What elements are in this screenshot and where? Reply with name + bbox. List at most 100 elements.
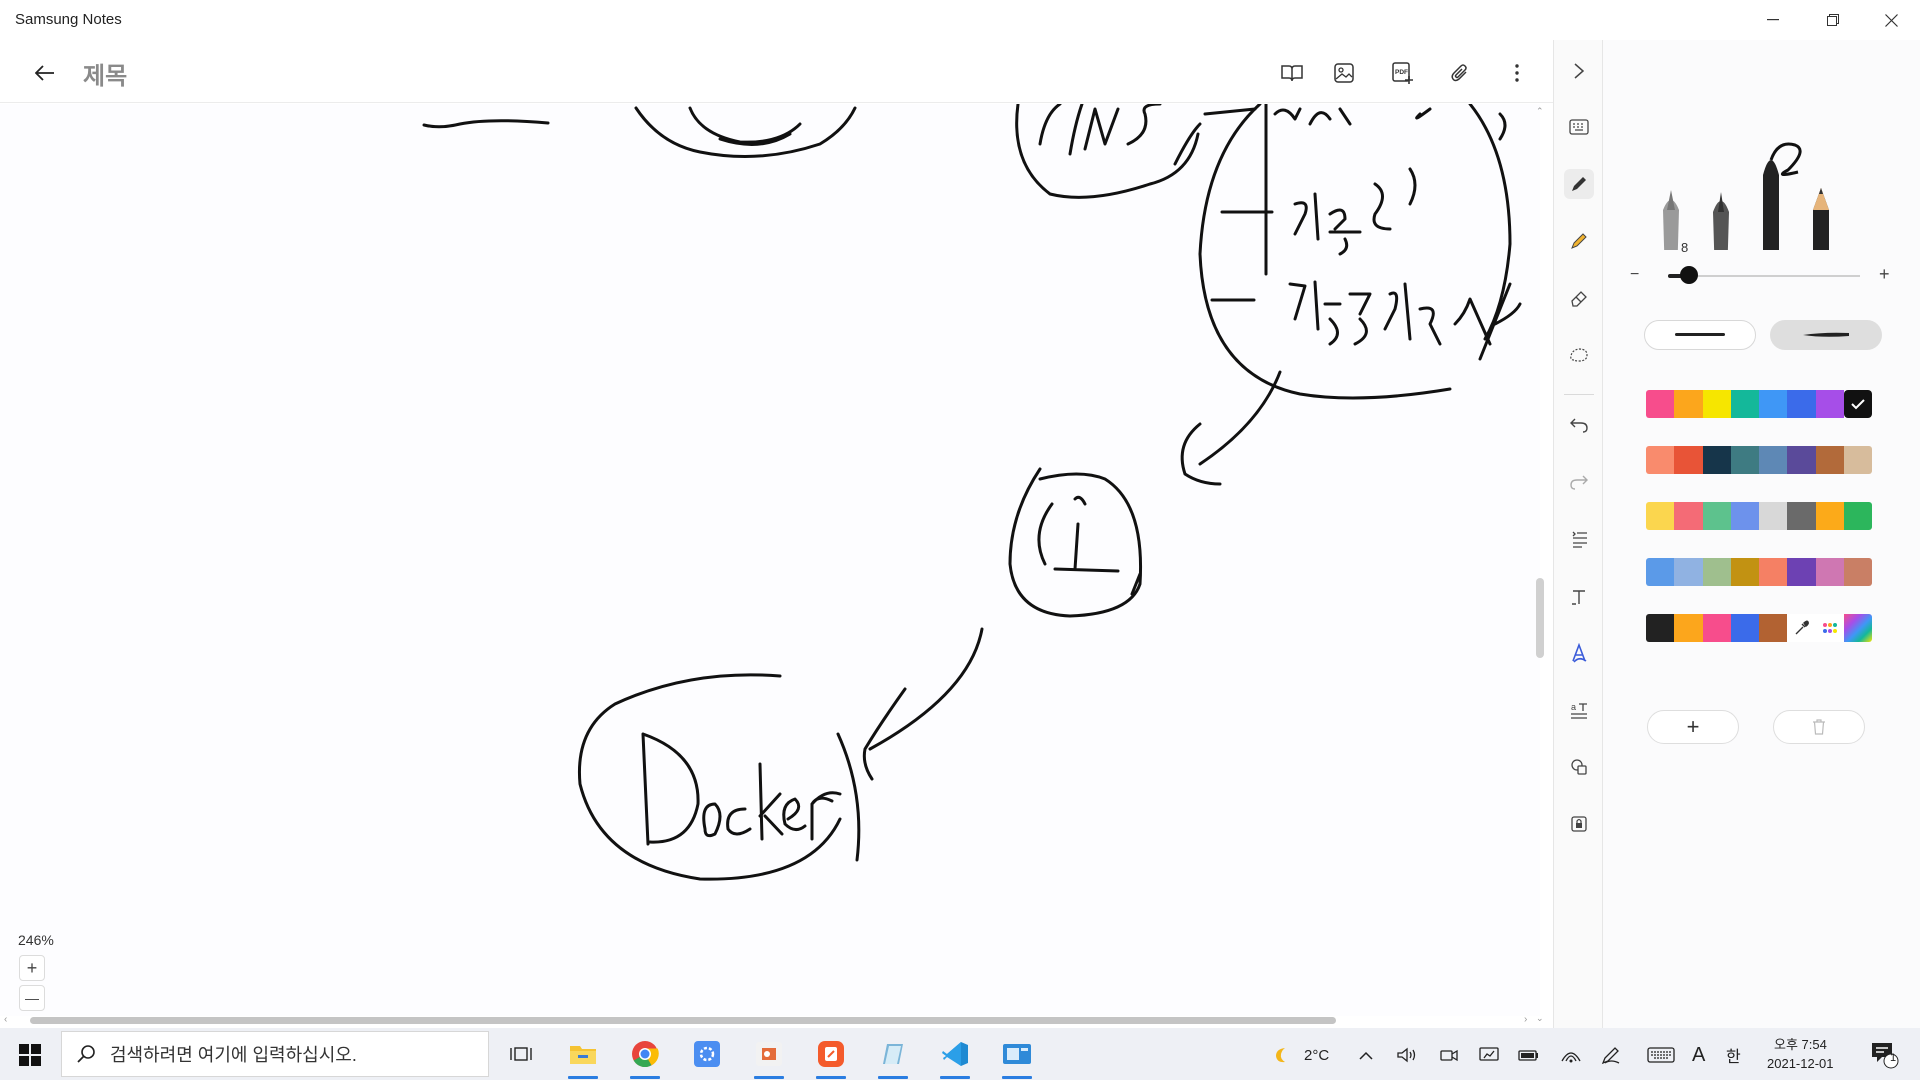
pen-workspace-icon[interactable] — [1598, 1043, 1624, 1067]
color-swatch[interactable] — [1646, 558, 1675, 586]
line-spacing-tool[interactable] — [1564, 524, 1594, 554]
size-increase-button[interactable]: + — [1879, 264, 1890, 285]
undo-button[interactable] — [1564, 410, 1594, 440]
weather-icon[interactable] — [1268, 1043, 1294, 1067]
lasso-tool[interactable] — [1564, 340, 1594, 370]
eraser-tool[interactable] — [1564, 283, 1594, 313]
vscode-app[interactable] — [934, 1035, 976, 1079]
delete-color-button[interactable] — [1773, 710, 1865, 744]
convert-text-tool[interactable]: a — [1564, 695, 1594, 725]
color-swatch[interactable] — [1646, 614, 1675, 642]
pen-app[interactable] — [810, 1035, 852, 1079]
color-swatch[interactable] — [1843, 558, 1872, 586]
chrome-app[interactable] — [624, 1035, 666, 1079]
screen-app[interactable] — [996, 1035, 1038, 1079]
input-language-korean[interactable]: 한 — [1726, 1043, 1741, 1067]
color-swatch[interactable] — [1815, 446, 1844, 474]
color-swatch[interactable] — [1730, 502, 1759, 530]
color-swatch[interactable] — [1674, 558, 1703, 586]
color-swatch[interactable] — [1815, 502, 1844, 530]
color-swatch[interactable] — [1702, 558, 1731, 586]
show-hidden-icons-button[interactable] — [1356, 1043, 1376, 1067]
color-swatch[interactable] — [1730, 446, 1759, 474]
color-swatch[interactable] — [1759, 446, 1788, 474]
color-swatch[interactable] — [1646, 502, 1675, 530]
note-title[interactable]: 제목 — [83, 56, 127, 91]
color-swatch[interactable] — [1702, 502, 1731, 530]
redo-button[interactable] — [1564, 467, 1594, 497]
file-explorer-app[interactable] — [562, 1035, 604, 1079]
color-swatch[interactable] — [1759, 558, 1788, 586]
minimize-button[interactable] — [1744, 0, 1802, 40]
color-swatch[interactable] — [1674, 614, 1703, 642]
eyedropper-button[interactable] — [1787, 614, 1816, 642]
meet-icon[interactable] — [1438, 1043, 1460, 1067]
color-swatch[interactable] — [1702, 446, 1731, 474]
note-canvas[interactable] — [0, 104, 1540, 1016]
scroll-up-icon[interactable]: ⌃ — [1536, 106, 1544, 117]
zoom-in-button[interactable]: + — [19, 955, 45, 981]
color-swatch[interactable] — [1730, 614, 1759, 642]
color-swatch-selected[interactable] — [1843, 390, 1872, 418]
scroll-left-icon[interactable]: ‹ — [4, 1014, 7, 1025]
clock-date[interactable]: 2021-12-01 — [1767, 1056, 1834, 1071]
line-style-uniform[interactable] — [1644, 320, 1756, 350]
more-colors-button[interactable] — [1815, 614, 1844, 642]
vertical-scroll-thumb[interactable] — [1536, 578, 1544, 658]
color-swatch[interactable] — [1674, 390, 1703, 418]
zoom-out-button[interactable]: — — [19, 985, 45, 1011]
volume-icon[interactable] — [1396, 1043, 1418, 1067]
color-swatch[interactable] — [1646, 446, 1675, 474]
color-swatch[interactable] — [1787, 502, 1816, 530]
color-swatch[interactable] — [1843, 446, 1872, 474]
pen-size-slider-knob[interactable] — [1680, 266, 1698, 284]
more-options-button[interactable] — [1503, 59, 1531, 87]
notification-center-button[interactable]: 1 — [1866, 1040, 1902, 1070]
color-swatch[interactable] — [1646, 390, 1675, 418]
collapse-panel-button[interactable] — [1564, 56, 1594, 86]
powerpoint-app[interactable] — [748, 1035, 790, 1079]
color-swatch[interactable] — [1674, 502, 1703, 530]
start-button[interactable] — [8, 1038, 52, 1072]
color-swatch[interactable] — [1759, 614, 1788, 642]
color-swatch[interactable] — [1759, 390, 1788, 418]
color-swatch[interactable] — [1815, 558, 1844, 586]
touch-keyboard-icon[interactable] — [1646, 1043, 1676, 1067]
add-color-button[interactable]: + — [1647, 710, 1739, 744]
color-swatch[interactable] — [1787, 390, 1816, 418]
scroll-right-icon[interactable]: › — [1524, 1014, 1527, 1025]
wifi-icon[interactable] — [1558, 1043, 1584, 1067]
insert-pdf-button[interactable]: PDF — [1389, 59, 1417, 87]
clock-time[interactable]: 오후 7:54 — [1774, 1034, 1827, 1053]
notes-app[interactable] — [872, 1035, 914, 1079]
scroll-down-icon[interactable]: ⌄ — [1536, 1013, 1544, 1024]
color-swatch[interactable] — [1787, 446, 1816, 474]
task-view-button[interactable] — [500, 1035, 542, 1073]
input-language-a[interactable]: A — [1692, 1043, 1705, 1067]
size-decrease-button[interactable]: − — [1630, 266, 1639, 284]
book-view-button[interactable] — [1278, 59, 1306, 87]
insert-image-button[interactable] — [1330, 59, 1358, 87]
display-icon[interactable] — [1478, 1043, 1500, 1067]
text-style-tool[interactable] — [1564, 581, 1594, 611]
handwriting-font-tool[interactable] — [1564, 638, 1594, 668]
attach-button[interactable] — [1446, 59, 1474, 87]
color-swatch[interactable] — [1815, 390, 1844, 418]
color-swatch[interactable] — [1787, 558, 1816, 586]
highlighter-tool[interactable] — [1564, 226, 1594, 256]
color-spectrum-button[interactable] — [1843, 614, 1872, 642]
color-swatch[interactable] — [1674, 446, 1703, 474]
color-swatch[interactable] — [1702, 390, 1731, 418]
weather-temperature[interactable]: 2°C — [1304, 1043, 1329, 1067]
shape-tool[interactable] — [1564, 752, 1594, 782]
close-button[interactable] — [1862, 0, 1920, 40]
settings-app[interactable] — [686, 1035, 728, 1073]
color-swatch[interactable] — [1759, 502, 1788, 530]
color-swatch[interactable] — [1730, 558, 1759, 586]
lock-tool[interactable] — [1564, 809, 1594, 839]
maximize-button[interactable] — [1804, 0, 1862, 40]
horizontal-scroll-thumb[interactable] — [30, 1017, 1336, 1024]
color-swatch[interactable] — [1702, 614, 1731, 642]
keyboard-tool[interactable] — [1564, 112, 1594, 142]
color-swatch[interactable] — [1843, 502, 1872, 530]
